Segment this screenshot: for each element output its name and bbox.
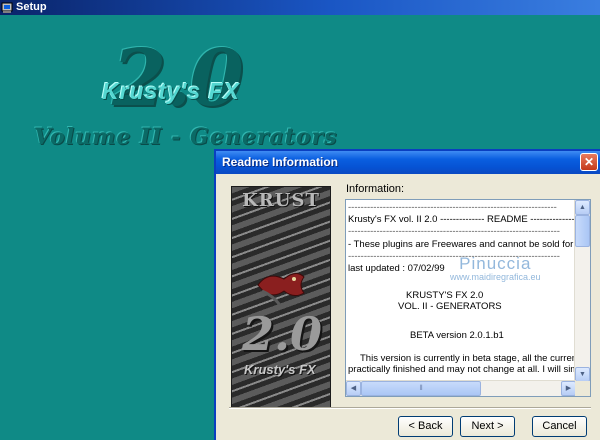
horizontal-scrollbar[interactable]: ◀ ⦀ ▶	[346, 380, 576, 396]
arrow-down-icon: ▼	[579, 371, 586, 378]
arrow-right-icon: ▶	[565, 385, 572, 392]
scroll-down-button[interactable]: ▼	[575, 367, 590, 382]
logo-subtitle: Volume II - Generators	[34, 124, 338, 150]
scroll-up-button[interactable]: ▲	[575, 200, 590, 215]
logo-product-name: Krusty's FX	[102, 78, 240, 104]
readme-line: Krusty's FX vol. II 2.0 -------------- R…	[348, 214, 576, 225]
readme-text-content: ----------------------------------------…	[346, 200, 576, 382]
back-button[interactable]: < Back	[398, 416, 453, 437]
banner-brand-text: Krusty's FX	[244, 362, 316, 377]
setup-app-icon	[1, 2, 13, 13]
readme-line: practically finished and may not change …	[348, 364, 576, 375]
banner-top-text: KRUST	[242, 190, 320, 211]
mascot-icon	[257, 273, 305, 305]
readme-line: VOL. II - GENERATORS	[398, 301, 502, 312]
arrow-left-icon: ◀	[350, 385, 357, 392]
close-icon: ✕	[583, 155, 595, 169]
setup-titlebar[interactable]: Setup	[0, 0, 600, 15]
readme-line: last updated : 07/02/99	[348, 263, 445, 274]
close-button[interactable]: ✕	[580, 153, 598, 171]
scroll-corner	[575, 381, 590, 396]
cancel-button[interactable]: Cancel	[532, 416, 587, 437]
side-banner-image: KRUST 2.0 Krusty's FX	[231, 186, 331, 408]
readme-line: ----------------------------------------…	[348, 226, 560, 237]
readme-line: ----------------------------------------…	[348, 251, 560, 262]
readme-line: - These plugins are Freewares and cannot…	[348, 239, 574, 250]
readme-dialog-title: Readme Information	[222, 155, 339, 169]
button-separator	[229, 407, 591, 409]
readme-dialog: Readme Information ✕ KRUST 2.0 Krusty's …	[214, 149, 600, 440]
scroll-grip-icon: ⦀	[419, 385, 423, 392]
readme-line: ----------------------------------------…	[348, 202, 557, 213]
readme-titlebar[interactable]: Readme Information ✕	[216, 151, 600, 174]
readme-line: BETA version 2.0.1.b1	[410, 330, 504, 341]
information-label: Information:	[346, 183, 405, 195]
horizontal-scroll-thumb[interactable]: ⦀	[361, 381, 481, 396]
arrow-up-icon: ▲	[579, 204, 586, 211]
vertical-scroll-thumb[interactable]	[575, 215, 590, 247]
scroll-left-button[interactable]: ◀	[346, 381, 361, 396]
vertical-scrollbar[interactable]: ▲ ▼	[574, 200, 590, 382]
setup-window-title: Setup	[16, 1, 47, 13]
banner-version-text: 2.0	[242, 307, 323, 361]
readme-text-area[interactable]: ----------------------------------------…	[345, 199, 591, 397]
scroll-right-button[interactable]: ▶	[561, 381, 576, 396]
next-button[interactable]: Next >	[460, 416, 515, 437]
